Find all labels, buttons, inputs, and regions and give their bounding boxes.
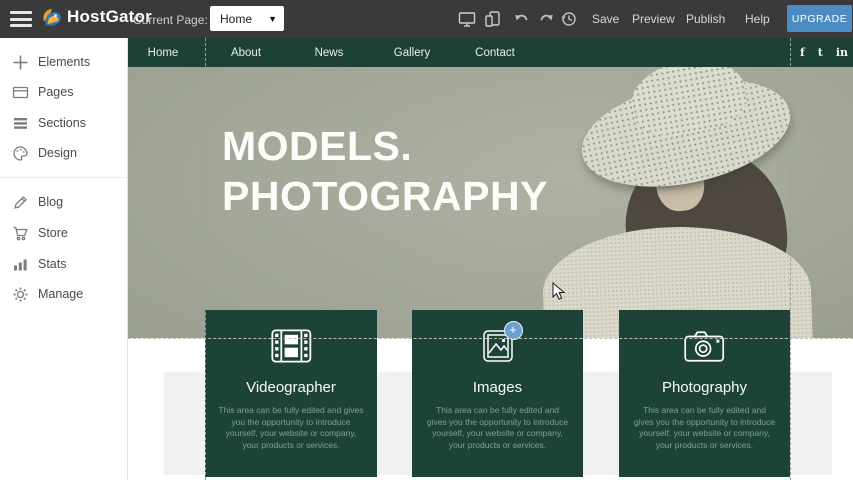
desktop-preview-icon[interactable] (458, 10, 476, 28)
plus-icon (12, 54, 29, 71)
twitter-icon[interactable]: t (818, 46, 823, 59)
sidebar-item-blog[interactable]: Blog (0, 188, 127, 216)
sidebar-item-sections[interactable]: Sections (0, 109, 127, 137)
history-icon[interactable] (560, 10, 578, 28)
editor-dashed-guide-left (205, 38, 206, 480)
nav-item-home[interactable]: Home (128, 47, 198, 59)
mobile-preview-icon[interactable] (484, 10, 502, 28)
sections-icon (12, 115, 29, 132)
publish-button[interactable]: Publish (686, 12, 725, 26)
nav-item-contact[interactable]: Contact (460, 47, 530, 59)
mouse-cursor (552, 282, 566, 307)
cart-icon (12, 225, 29, 242)
card-images[interactable]: + Images This area can be fully edited a… (412, 310, 583, 477)
redo-icon[interactable] (537, 10, 555, 28)
editor-dashed-guide-bottom (128, 338, 853, 339)
save-button[interactable]: Save (592, 12, 619, 26)
top-toolbar: HostGator Current Page: Home ▼ (0, 0, 853, 38)
sidebar-divider (0, 177, 127, 178)
sidebar-item-label: Blog (38, 195, 63, 209)
palette-icon (12, 145, 29, 162)
sidebar-item-manage[interactable]: Manage (0, 280, 127, 308)
site-nav-menu: Home About News Gallery Contact (128, 38, 853, 67)
chevron-down-icon: ▼ (268, 14, 277, 24)
editor-sidebar: Elements Pages Sections Design (0, 38, 128, 480)
sidebar-item-label: Design (38, 146, 77, 160)
card-body-text: This area can be fully edited and gives … (425, 405, 570, 451)
linkedin-icon[interactable]: in (836, 46, 848, 59)
page-dropdown[interactable]: Home ▼ (210, 6, 284, 31)
gator-icon (40, 5, 64, 29)
camera-icon (619, 327, 790, 367)
sidebar-item-store[interactable]: Store (0, 219, 127, 247)
help-button[interactable]: Help (745, 12, 770, 26)
sidebar-item-stats[interactable]: Stats (0, 250, 127, 278)
site-preview-canvas: Home About News Gallery Contact f t in M… (128, 38, 853, 480)
sidebar-item-label: Pages (38, 85, 73, 99)
hero-title-line2: PHOTOGRAPHY (222, 171, 548, 221)
image-icon: + (412, 327, 583, 367)
card-photography[interactable]: Photography This area can be fully edite… (619, 310, 790, 477)
nav-item-about[interactable]: About (211, 47, 281, 59)
hero-title-line1: MODELS. (222, 121, 548, 171)
hostgator-site-builder: HostGator Current Page: Home ▼ (0, 0, 853, 480)
sidebar-item-pages[interactable]: Pages (0, 78, 127, 106)
sidebar-item-label: Stats (38, 257, 67, 271)
current-page-label: Current Page: (133, 13, 208, 27)
hero-title[interactable]: MODELS. PHOTOGRAPHY (222, 121, 548, 221)
sidebar-item-label: Sections (38, 116, 86, 130)
hero-section[interactable]: MODELS. PHOTOGRAPHY (128, 67, 853, 338)
page-dropdown-value: Home (220, 12, 252, 26)
facebook-icon[interactable]: f (800, 46, 805, 59)
card-body-text: This area can be fully edited and gives … (632, 405, 777, 451)
sidebar-item-label: Manage (38, 287, 83, 301)
sidebar-item-label: Elements (38, 55, 90, 69)
card-title: Images (412, 379, 583, 396)
pages-icon (12, 84, 29, 101)
pencil-icon (12, 194, 29, 211)
film-icon (205, 327, 377, 367)
gear-icon (12, 286, 29, 303)
sidebar-item-label: Store (38, 226, 68, 240)
preview-button[interactable]: Preview (632, 12, 675, 26)
editor-dashed-guide-right (790, 38, 791, 480)
card-title: Photography (619, 379, 790, 396)
site-navbar: Home About News Gallery Contact f t in (128, 38, 853, 67)
sidebar-item-design[interactable]: Design (0, 139, 127, 167)
card-body-text: This area can be fully edited and gives … (218, 405, 364, 451)
card-title: Videographer (205, 379, 377, 396)
nav-item-gallery[interactable]: Gallery (377, 47, 447, 59)
sidebar-item-elements[interactable]: Elements (0, 48, 127, 76)
card-videographer[interactable]: Videographer This area can be fully edit… (205, 310, 377, 477)
social-links: f t in (800, 38, 848, 67)
bar-chart-icon (12, 256, 29, 273)
menu-icon[interactable] (10, 11, 32, 27)
nav-item-news[interactable]: News (294, 47, 364, 59)
undo-icon[interactable] (513, 10, 531, 28)
upgrade-button[interactable]: UPGRADE (787, 5, 852, 32)
